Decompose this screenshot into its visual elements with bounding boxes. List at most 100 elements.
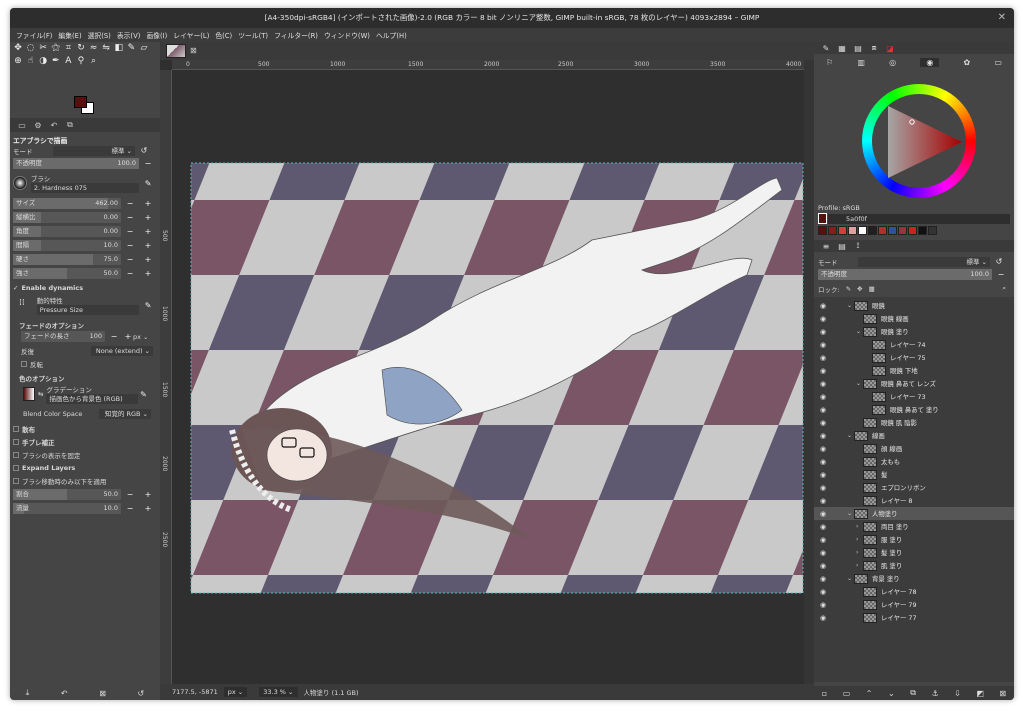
lasso-icon[interactable]: ✂ [37,42,49,55]
expand-arrow-icon[interactable]: › [856,562,863,569]
menu-item[interactable]: 画像(I) [146,30,167,40]
save-preset-icon[interactable]: ⤓ [26,688,30,698]
undo-history-tab-icon[interactable]: ↶ [46,121,62,130]
dynamics-field[interactable]: Pressure Size [36,305,140,315]
gradient-preview-icon[interactable] [23,387,35,401]
history-swatch[interactable] [928,226,937,235]
visibility-eye-icon[interactable]: ◉ [820,601,826,609]
layer-row[interactable]: ◉ › 両目 塗り [814,520,1014,533]
layer-row[interactable]: ◉ 眼鏡 鼻あて 塗り [814,403,1014,416]
expand-layers-checkbox[interactable] [13,464,19,471]
flow-plus-icon[interactable]: + [139,504,157,513]
opacity-slider[interactable]: 不透明度 100.0 [13,158,139,169]
visibility-eye-icon[interactable]: ◉ [820,393,826,401]
lock-brush-row[interactable]: ブラシの表示を固定 [13,449,157,460]
close-image-tab-icon[interactable]: ⊠ [190,46,197,55]
anchor-layer-icon[interactable]: ⚓ [931,689,938,698]
layers-tab-icon[interactable]: ≡ [818,242,834,251]
layer-row[interactable]: ◉ レイヤー 8 [814,494,1014,507]
expand-arrow-icon[interactable]: ⌄ [856,328,863,335]
angle-minus-icon[interactable]: − [121,227,139,236]
brush-field[interactable]: 2. Hardness 075 [30,183,140,193]
reset-mode-icon[interactable]: ↺ [135,146,153,155]
brushes-tab-icon[interactable]: ✎ [818,44,834,53]
blend-space-dropdown[interactable]: 知覚的 RGB ⌄ [99,408,151,419]
below-checkbox[interactable] [13,477,19,484]
history-swatch[interactable] [848,226,857,235]
history-swatch[interactable] [828,226,837,235]
layer-row[interactable]: ◉ › 服 塗り [814,533,1014,546]
menu-item[interactable]: 色(C) [215,30,232,40]
visibility-eye-icon[interactable]: ◉ [820,328,826,336]
text-tool-icon[interactable]: A [62,55,74,68]
layer-row[interactable]: ◉ ⌄ 背景 塗り [814,572,1014,585]
tool-options-tab-icon[interactable]: ▭ [14,121,30,130]
fonts-tab-icon[interactable]: ▤ [850,44,866,53]
force-slider[interactable]: 強さ 50.0 [13,268,121,279]
layer-row[interactable]: ◉ レイヤー 78 [814,585,1014,598]
layer-row[interactable]: ◉ 眼鏡 線画 [814,312,1014,325]
unit-dropdown[interactable]: px ⌄ [223,687,248,697]
smooth-row[interactable]: 手ブレ補正 [13,436,157,447]
duplicate-layer-icon[interactable]: ⧉ [910,688,916,698]
layer-opacity-slider[interactable]: 不透明度 100.0 [818,269,992,280]
expand-arrow-icon[interactable]: ⌄ [847,302,854,309]
history-swatch[interactable] [908,226,917,235]
layer-row[interactable]: ◉ レイヤー 74 [814,338,1014,351]
zoom-icon[interactable]: ⌕ [88,55,100,68]
visibility-eye-icon[interactable]: ◉ [820,458,826,466]
visibility-eye-icon[interactable]: ◉ [820,523,826,531]
lock-position-icon[interactable]: ✥ [857,285,862,293]
fade-minus-icon[interactable]: − [105,332,123,341]
dynamics-icon[interactable]: ⁞⁞ [19,298,33,312]
history-swatch[interactable] [858,226,867,235]
visibility-eye-icon[interactable]: ◉ [820,341,826,349]
angle-slider[interactable]: 角度 0.00 [13,226,121,237]
fade-unit-dropdown[interactable]: px ⌄ [133,333,149,341]
visibility-eye-icon[interactable]: ◉ [820,549,826,557]
visibility-eye-icon[interactable]: ◉ [820,419,826,427]
spacing-slider[interactable]: 間隔 10.0 [13,240,121,251]
scatter-row[interactable]: 散布 [13,423,157,434]
reverse-checkbox[interactable] [21,360,27,367]
hardness-slider[interactable]: 硬さ 75.0 [13,254,121,265]
raise-layer-icon[interactable]: ⌃ [866,689,873,698]
smooth-checkbox[interactable] [13,438,19,445]
image-tab-thumbnail[interactable] [166,44,186,58]
expand-arrow-icon[interactable]: › [856,549,863,556]
expand-arrow-icon[interactable]: › [856,536,863,543]
bucket-icon[interactable]: ◧ [113,42,125,55]
history-swatch[interactable] [888,226,897,235]
spacing-plus-icon[interactable]: + [139,241,157,250]
new-group-icon[interactable]: ▭ [843,689,851,698]
edit-gradient-icon[interactable]: ✎ [138,390,148,399]
opacity-minus-icon[interactable]: − [139,159,157,168]
lock-pixels-icon[interactable]: ✎ [846,285,851,293]
layer-row[interactable]: ◉ ⌄ 眼鏡 [814,299,1014,312]
mode-dropdown[interactable]: 標準 ⌄ [53,145,135,156]
visibility-eye-icon[interactable]: ◉ [820,445,826,453]
layer-row[interactable]: ◉ レイヤー 79 [814,598,1014,611]
layer-row[interactable]: ◉ レイヤー 75 [814,351,1014,364]
menu-item[interactable]: 表示(V) [117,30,141,40]
hardness-minus-icon[interactable]: − [121,255,139,264]
scatter-checkbox[interactable] [13,425,19,432]
move-tool-icon[interactable]: ✥ [12,42,24,55]
screen-icon[interactable]: ▭ [994,58,1002,67]
history-swatch[interactable] [918,226,927,235]
layer-row[interactable]: ◉ レイヤー 73 [814,390,1014,403]
edit-dynamics-icon[interactable]: ✎ [139,301,157,310]
watercolor-icon[interactable]: ✿ [963,58,970,67]
layer-row[interactable]: ◉ 太もも [814,455,1014,468]
hex-field[interactable]: 5a0f0f [828,214,1010,224]
smudge-icon[interactable]: ☝ [25,55,37,68]
scales-icon[interactable]: ⚐ [826,58,833,67]
images-tab-icon[interactable]: ⧉ [62,120,78,130]
spacing-minus-icon[interactable]: − [121,241,139,250]
size-slider[interactable]: サイズ 462.00 [13,198,121,209]
visibility-eye-icon[interactable]: ◉ [820,588,826,596]
palette-selector-icon[interactable]: ▥ [857,58,865,67]
expand-arrow-icon[interactable]: ⌄ [847,510,854,517]
layer-opacity-minus-icon[interactable]: − [992,270,1010,279]
layer-row[interactable]: ◉ › 肌 塗り [814,559,1014,572]
